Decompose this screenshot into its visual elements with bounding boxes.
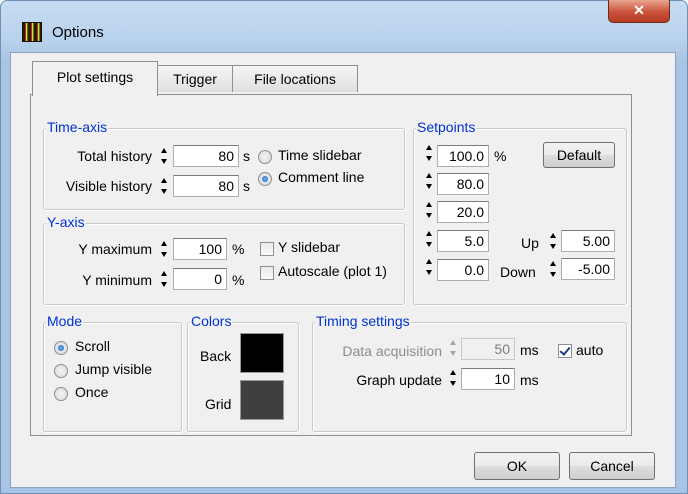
setpoint-5-input[interactable]: 0.0	[437, 259, 489, 281]
total-history-input[interactable]: 80	[173, 145, 239, 167]
setpoint-1-spinner[interactable]	[425, 142, 434, 164]
mode-scroll-label: Scroll	[75, 338, 111, 354]
time-axis-legend: Time-axis	[46, 119, 109, 135]
y-axis-legend: Y-axis	[46, 214, 86, 230]
mode-scroll-radio[interactable]	[54, 341, 68, 355]
visible-history-input[interactable]: 80	[173, 175, 239, 197]
setpoint-5-spinner[interactable]	[425, 256, 434, 278]
data-acquisition-input: 50	[461, 338, 515, 360]
visible-history-unit: s	[243, 178, 250, 194]
close-button[interactable]: ✕	[608, 0, 670, 23]
back-color-swatch[interactable]	[240, 333, 284, 373]
up-input[interactable]: 5.00	[561, 230, 615, 252]
graph-update-unit: ms	[520, 372, 539, 388]
setpoint-4-input[interactable]: 5.0	[437, 230, 489, 252]
graph-update-label: Graph update	[356, 372, 442, 388]
app-icon	[22, 22, 42, 42]
total-history-unit: s	[243, 148, 250, 164]
y-minimum-label: Y minimum	[82, 272, 152, 288]
time-slidebar-radio[interactable]	[258, 150, 272, 164]
y-minimum-input[interactable]: 0	[173, 268, 227, 290]
time-slidebar-label: Time slidebar	[278, 147, 362, 163]
y-maximum-label: Y maximum	[78, 241, 152, 257]
y-maximum-input[interactable]: 100	[173, 238, 227, 260]
visible-history-spinner[interactable]	[160, 175, 169, 197]
mode-once-label: Once	[75, 384, 109, 400]
tab-label: Trigger	[173, 71, 217, 87]
tab-file-locations[interactable]: File locations	[232, 65, 358, 92]
graph-update-spinner[interactable]	[449, 367, 458, 389]
colors-legend: Colors	[190, 313, 233, 329]
data-acquisition-unit: ms	[520, 342, 539, 358]
setpoint-4-spinner[interactable]	[425, 228, 434, 250]
mode-once-radio[interactable]	[54, 387, 68, 401]
setpoint-2-spinner[interactable]	[425, 170, 434, 192]
timing-settings-legend: Timing settings	[315, 313, 411, 329]
data-acquisition-spinner	[449, 337, 458, 359]
tab-trigger[interactable]: Trigger	[157, 65, 233, 92]
y-slidebar-checkbox[interactable]	[260, 242, 274, 256]
comment-line-radio[interactable]	[258, 172, 272, 186]
setpoint-1-input[interactable]: 100.0	[437, 145, 489, 167]
mode-legend: Mode	[46, 313, 84, 329]
y-minimum-unit: %	[232, 272, 245, 288]
y-maximum-spinner[interactable]	[160, 238, 169, 260]
visible-history-label: Visible history	[65, 178, 152, 194]
up-spinner[interactable]	[549, 230, 558, 252]
total-history-label: Total history	[77, 148, 152, 164]
grid-color-label: Grid	[205, 396, 232, 412]
auto-label: auto	[576, 342, 604, 358]
setpoint-3-spinner[interactable]	[425, 199, 434, 221]
ok-button[interactable]: OK	[474, 452, 560, 480]
graph-update-input[interactable]: 10	[461, 368, 515, 390]
data-acquisition-label: Data acquisition	[342, 343, 442, 359]
cancel-button[interactable]: Cancel	[569, 452, 655, 480]
mode-jump-visible-label: Jump visible	[75, 361, 153, 377]
window-title: Options	[52, 24, 104, 41]
tab-label: File locations	[254, 71, 336, 87]
down-spinner[interactable]	[549, 258, 558, 280]
autoscale-label: Autoscale (plot 1)	[278, 263, 387, 279]
auto-checkbox[interactable]	[558, 344, 572, 358]
setpoint-unit: %	[494, 148, 507, 164]
back-color-label: Back	[200, 348, 232, 364]
y-maximum-unit: %	[232, 241, 245, 257]
tab-plot-settings[interactable]: Plot settings	[32, 61, 158, 96]
total-history-spinner[interactable]	[160, 145, 169, 167]
mode-jump-visible-radio[interactable]	[54, 364, 68, 378]
setpoint-3-input[interactable]: 20.0	[437, 201, 489, 223]
up-label: Up	[521, 235, 539, 251]
down-input[interactable]: -5.00	[561, 258, 615, 280]
y-slidebar-label: Y slidebar	[278, 239, 341, 255]
autoscale-checkbox[interactable]	[260, 266, 274, 280]
grid-color-swatch[interactable]	[240, 380, 284, 420]
comment-line-label: Comment line	[278, 169, 365, 185]
y-minimum-spinner[interactable]	[160, 268, 169, 290]
setpoints-legend: Setpoints	[416, 119, 477, 135]
default-button[interactable]: Default	[543, 142, 615, 168]
down-label: Down	[500, 264, 536, 280]
close-icon: ✕	[633, 2, 645, 18]
tab-label: Plot settings	[56, 69, 134, 85]
setpoint-2-input[interactable]: 80.0	[437, 173, 489, 195]
